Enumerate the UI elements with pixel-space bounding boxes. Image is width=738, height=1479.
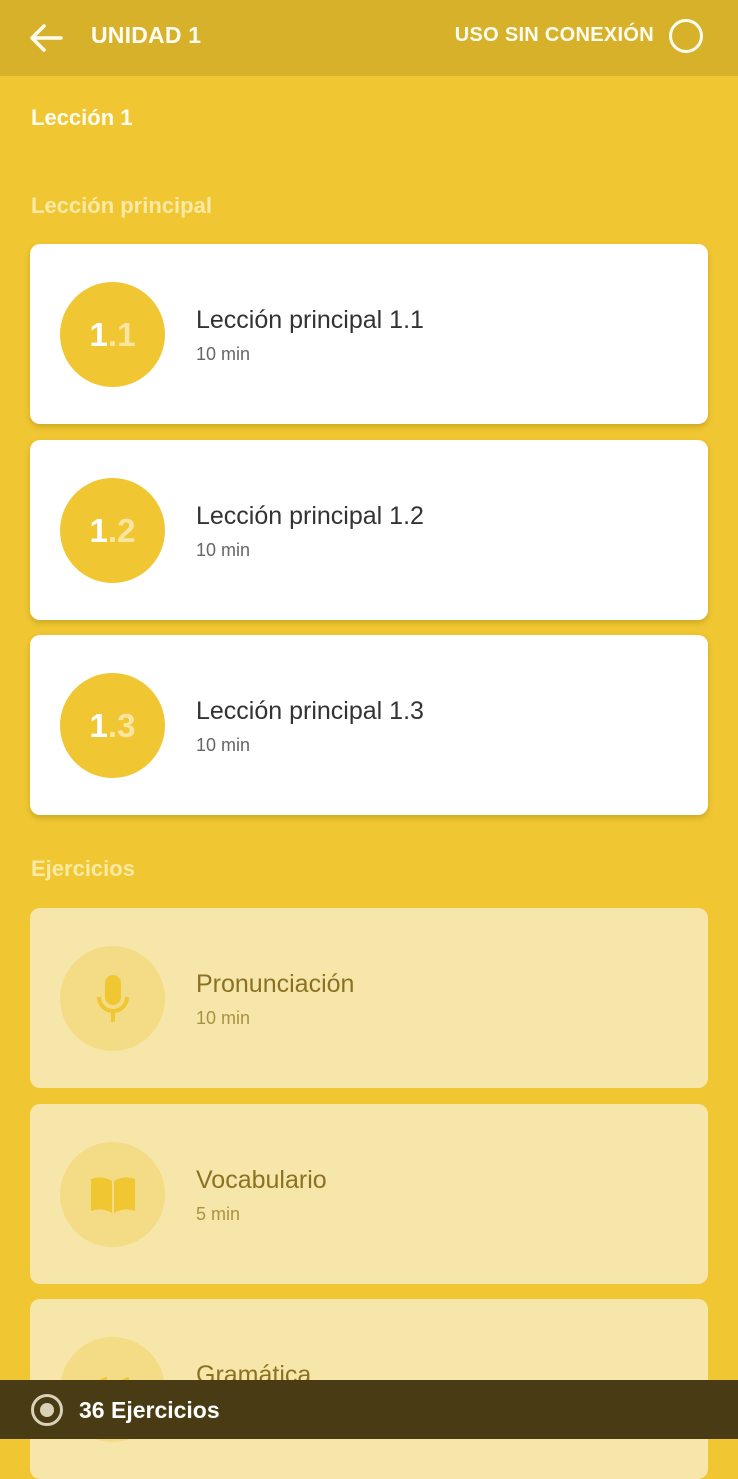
offline-mode-label[interactable]: USO SIN CONEXIÓN [455, 24, 654, 47]
lesson-number-badge: 1.1 [60, 282, 165, 387]
exercise-duration: 5 min [196, 1204, 241, 1224]
exercise-card-pronunciation[interactable]: Pronunciación 10 min [30, 908, 708, 1088]
top-app-bar: UNIDAD 1 USO SIN CONEXIÓN [0, 0, 738, 76]
back-button[interactable] [26, 20, 66, 56]
main-lesson-card-1-1[interactable]: 1.1 Lección principal 1.1 10 min [30, 244, 708, 424]
microphone-icon [96, 974, 129, 1022]
lesson-duration: 10 min [196, 540, 251, 560]
exercise-count: 36 Ejercicios [79, 1397, 220, 1423]
target-icon [31, 1394, 63, 1426]
main-lesson-card-1-2[interactable]: 1.2 Lección principal 1.2 10 min [30, 440, 708, 620]
main-lesson-heading: Lección principal [31, 193, 212, 218]
lesson-title: Lección principal 1.1 [196, 306, 424, 334]
exercise-duration: 10 min [196, 1008, 251, 1028]
exercise-card-vocabulary[interactable]: Vocabulario 5 min [30, 1104, 708, 1284]
lesson-title: Lección principal 1.2 [196, 502, 424, 530]
lesson-number-badge: 1.3 [60, 673, 165, 778]
lesson-number-badge: 1.2 [60, 478, 165, 583]
main-lesson-card-1-3[interactable]: 1.3 Lección principal 1.3 10 min [30, 635, 708, 815]
exercises-heading: Ejercicios [31, 856, 135, 881]
lesson-duration: 10 min [196, 735, 251, 755]
exercise-title: Pronunciación [196, 970, 355, 998]
offline-toggle[interactable] [669, 19, 703, 53]
book-icon [90, 1176, 135, 1213]
exercise-icon-badge [60, 1142, 165, 1247]
lesson-heading: Lección 1 [31, 105, 133, 130]
lesson-duration: 10 min [196, 344, 251, 364]
exercise-title: Vocabulario [196, 1166, 327, 1194]
arrow-left-icon [30, 24, 63, 52]
exercise-icon-badge [60, 946, 165, 1051]
lesson-title: Lección principal 1.3 [196, 697, 424, 725]
unit-title: UNIDAD 1 [91, 22, 202, 48]
exercise-count-bar[interactable]: 36 Ejercicios [0, 1380, 738, 1439]
